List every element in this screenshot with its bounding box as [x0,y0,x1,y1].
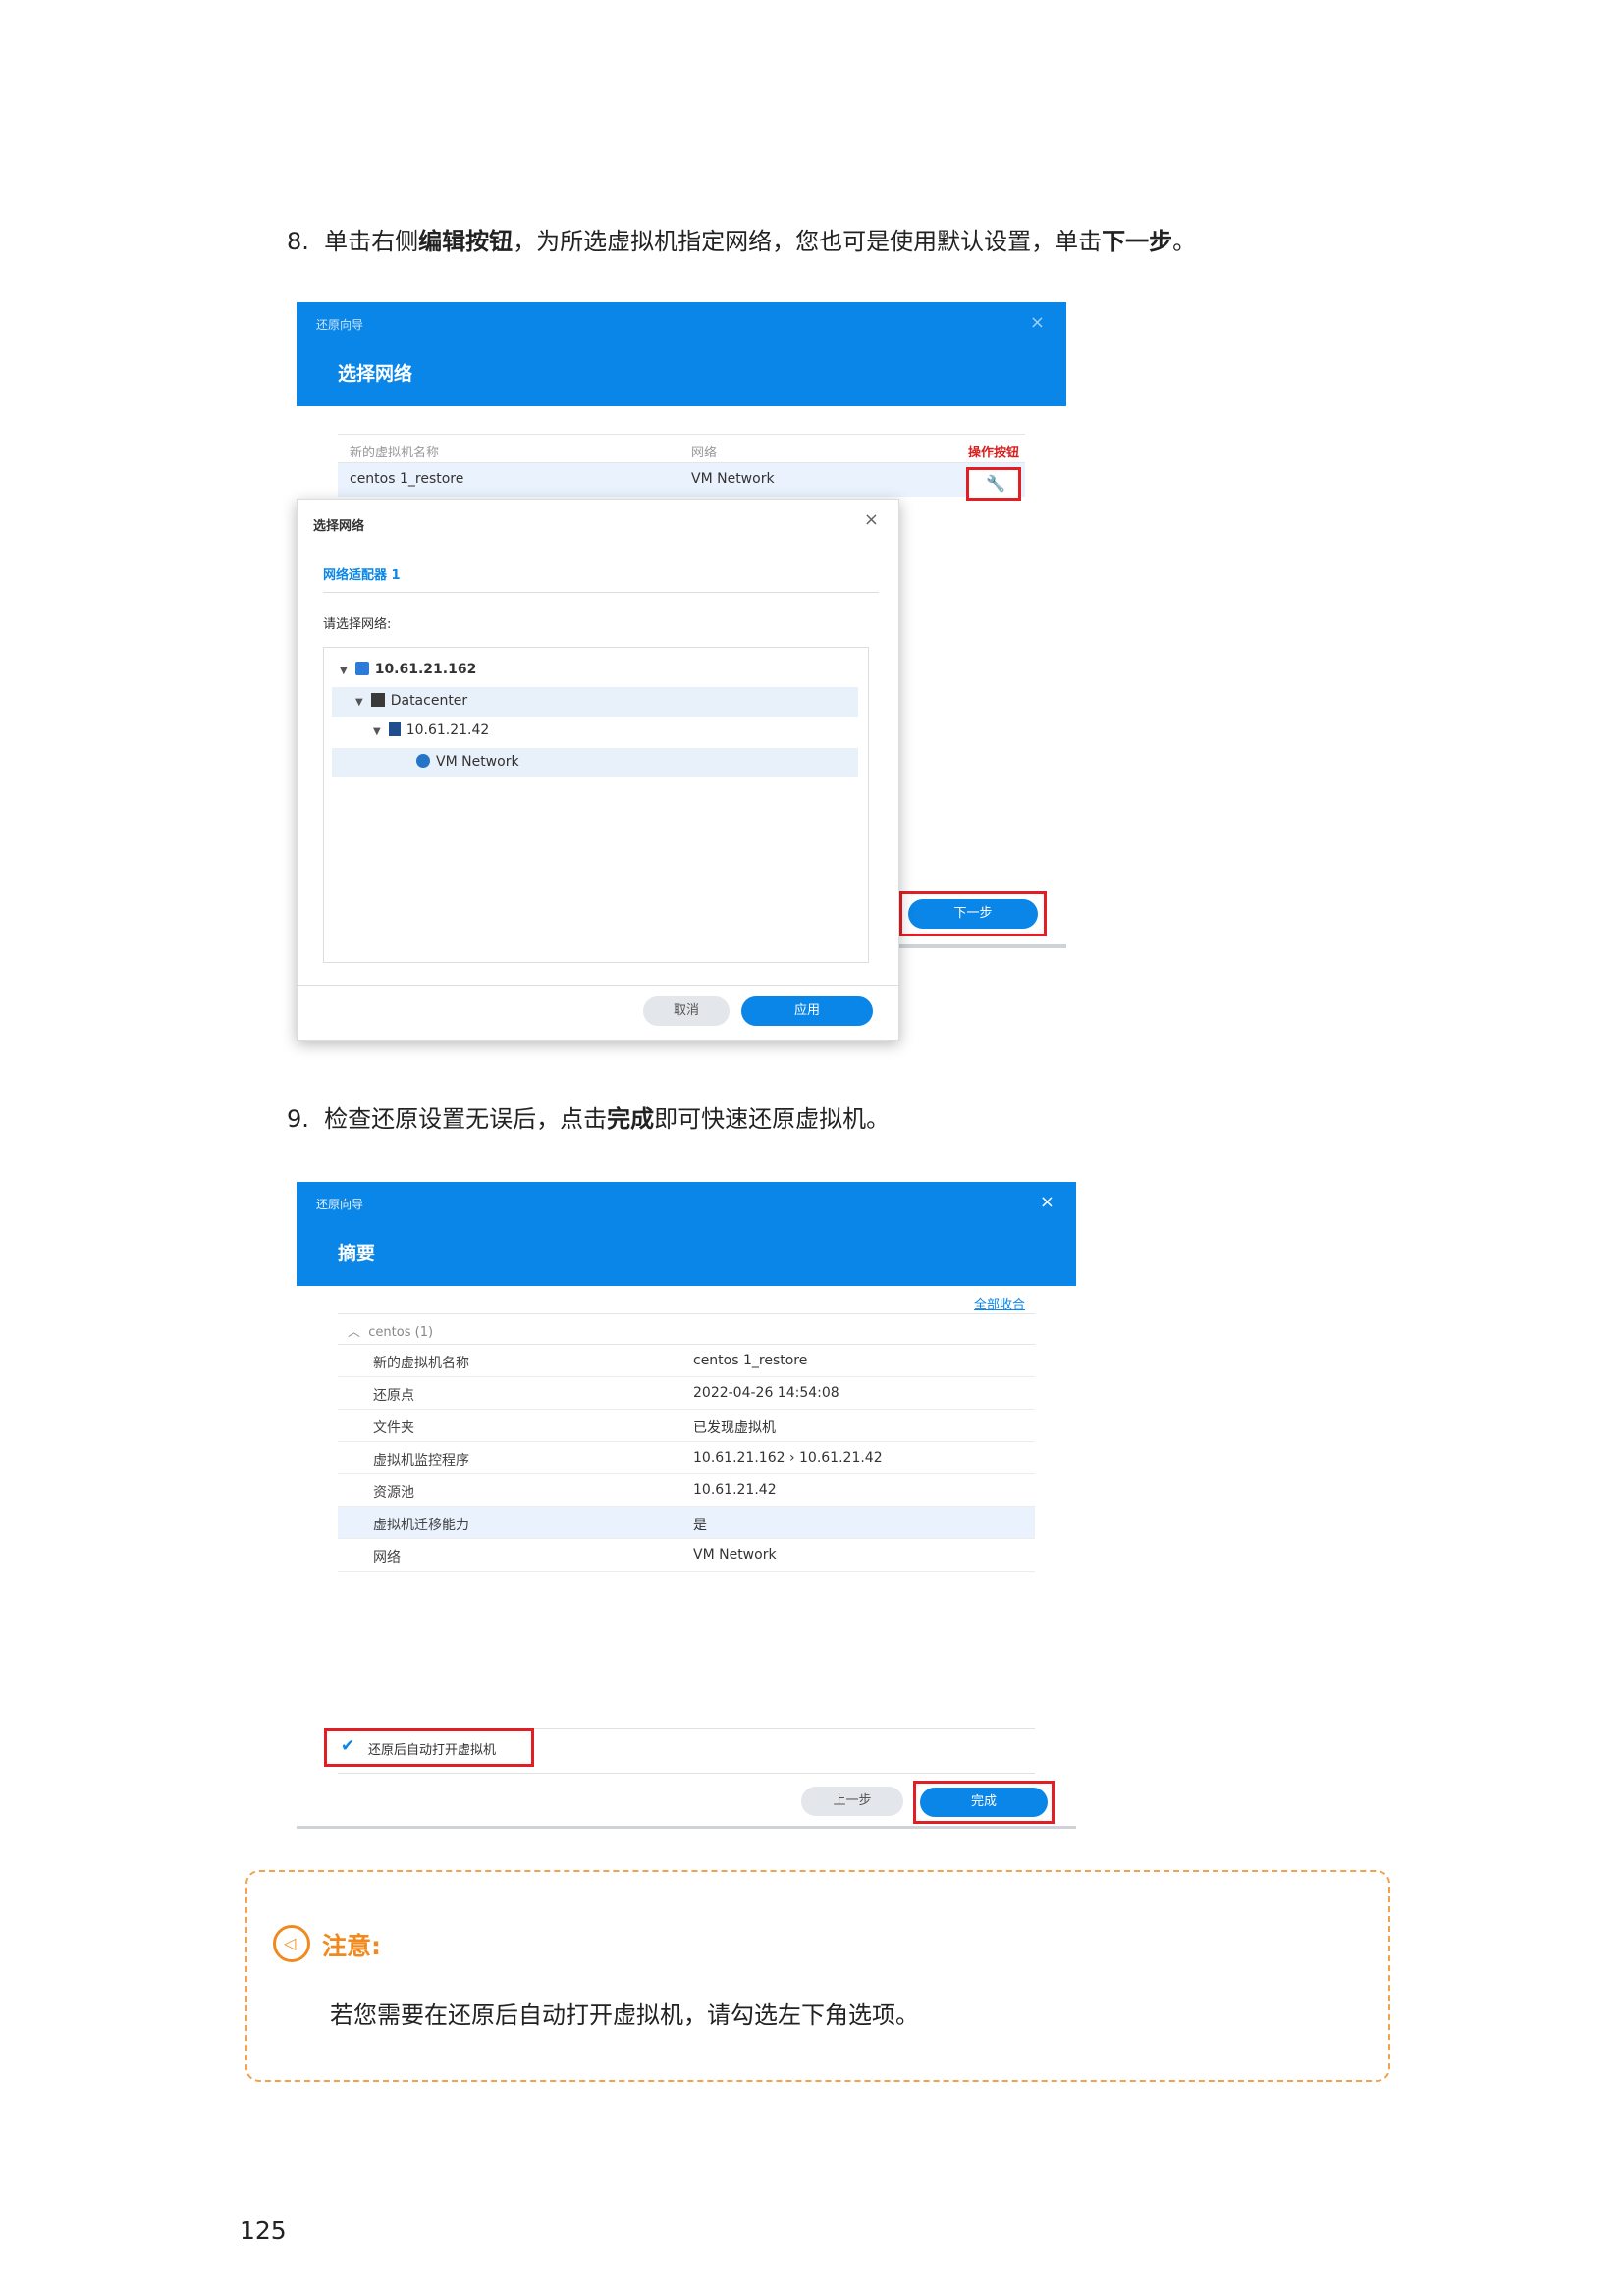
tree-item-host[interactable]: ▼ 10.61.21.162 [332,656,858,685]
collapse-all-link[interactable]: 全部收合 [974,1294,1025,1312]
summary-value: 2022-04-26 14:54:08 [693,1385,839,1401]
instruction-text: 即可快速还原虚拟机。 [654,1105,891,1133]
summary-row: 还原点 2022-04-26 14:54:08 [338,1377,1035,1410]
tree-item-label: Datacenter [390,693,468,709]
column-header-network: 网络 [691,446,718,460]
edit-button[interactable]: 🔧 [966,467,1021,501]
chevron-up-icon[interactable]: ︿ [348,1325,360,1340]
previous-button[interactable]: 上一步 [801,1787,903,1816]
summary-value: 已发现虚拟机 [693,1420,776,1436]
summary-key: 还原点 [373,1388,414,1404]
apply-button[interactable]: 应用 [741,996,873,1026]
group-label: centos (1) [368,1325,434,1340]
close-icon[interactable]: × [1030,312,1045,333]
summary-row: 虚拟机监控程序 10.61.21.162 › 10.61.21.42 [338,1442,1035,1474]
column-header-vm-name: 新的虚拟机名称 [350,446,440,460]
summary-key: 文件夹 [373,1420,414,1436]
cancel-button[interactable]: 取消 [643,996,730,1026]
instruction-bold: 编辑按钮 [418,228,514,255]
network-tree: ▼ 10.61.21.162 ▼ Datacenter ▼ 10.61.21.42 V… [323,647,869,963]
wizard-title: 还原向导 [316,1198,364,1211]
wizard-subtitle: 摘要 [338,1243,376,1264]
wizard-header: 还原向导 摘要 × [297,1182,1076,1286]
summary-key: 虚拟机迁移能力 [373,1518,469,1533]
network-icon [416,754,430,768]
network-prompt: 请选择网络: [323,617,392,632]
summary-value: centos 1_restore [693,1353,808,1368]
instruction-text: 单击右侧 [324,228,419,255]
table-header: 新的虚拟机名称 网络 操作按钮 [338,434,1025,463]
instruction-bold: 下一步 [1102,228,1173,255]
caret-down-icon[interactable]: ▼ [355,697,363,708]
dialog-footer-divider [298,985,898,986]
note-text: 若您需要在还原后自动打开虚拟机，请勾选左下角选项。 [330,2002,919,2029]
checkmark-icon[interactable]: ✔ [341,1736,354,1756]
summary-key: 新的虚拟机名称 [373,1356,469,1371]
wizard-header: 还原向导 选择网络 × [297,302,1066,406]
summary-row: 虚拟机迁移能力 是 [338,1507,1035,1539]
wizard-title: 还原向导 [316,318,364,332]
summary-key: 虚拟机监控程序 [373,1453,469,1468]
step-number: 8. [287,228,309,255]
instruction-text: ，为所选虚拟机指定网络，您也可是使用默认设置，单击 [513,228,1103,255]
vm-network-table: 新的虚拟机名称 网络 操作按钮 centos 1_restore VM Netw… [338,434,1025,497]
tree-item-server[interactable]: ▼ 10.61.21.42 [332,717,858,746]
step-number: 9. [287,1105,309,1133]
summary-value: 10.61.21.42 [693,1482,777,1498]
datacenter-icon [370,693,385,707]
summary-value: 10.61.21.162 › 10.61.21.42 [693,1450,883,1466]
vm-name-cell: centos 1_restore [350,471,464,487]
finish-button-highlight: 完成 [913,1781,1055,1824]
tree-item-label: VM Network [436,754,519,770]
summary-screenshot: 还原向导 摘要 × 全部收合 ︿ centos (1) 新的虚拟机名称 cento… [297,1182,1076,1830]
summary-value: VM Network [693,1547,777,1563]
summary-row: 新的虚拟机名称 centos 1_restore [338,1345,1035,1377]
tab-network-adapter-1[interactable]: 网络适配器 1 [323,564,401,583]
host-icon [354,662,369,675]
server-icon [388,722,401,736]
instruction-text: 检查还原设置无误后，点击 [324,1105,608,1133]
tree-item-label: 10.61.21.42 [406,722,490,738]
caret-down-icon[interactable]: ▼ [373,726,381,737]
megaphone-icon: ◁ [273,1925,310,1962]
instruction-bold: 完成 [607,1105,655,1133]
network-cell: VM Network [691,471,775,487]
tab-divider [323,592,879,593]
summary-key: 资源池 [373,1485,414,1501]
note-box: ◁ 注意: 若您需要在还原后自动打开虚拟机，请勾选左下角选项。 [245,1870,1390,2082]
finish-button[interactable]: 完成 [920,1788,1048,1817]
caret-down-icon[interactable]: ▼ [340,666,348,676]
tree-item-datacenter[interactable]: ▼ Datacenter [332,687,858,717]
summary-table: ︿ centos (1) 新的虚拟机名称 centos 1_restore 还原点… [338,1313,1035,1572]
next-button-highlight: 下一步 [899,891,1047,936]
footer-divider [899,944,1066,948]
dialog-title: 选择网络 [313,519,365,534]
tree-item-label: 10.61.21.162 [374,662,477,677]
step-8-instruction: 8. 单击右侧编辑按钮，为所选虚拟机指定网络，您也可是使用默认设置，单击下一步。 [287,226,1196,257]
close-icon[interactable]: × [864,509,879,530]
summary-row: 网络 VM Network [338,1539,1035,1572]
wizard-subtitle: 选择网络 [338,363,413,385]
wrench-icon: 🔧 [986,474,1005,493]
select-network-dialog: 选择网络 × 网络适配器 1 请选择网络: ▼ 10.61.21.162 ▼ Dat… [297,499,899,1041]
note-title: 注意: [322,1932,381,1960]
tree-item-vm-network[interactable]: VM Network [332,748,858,777]
summary-row: 资源池 10.61.21.42 [338,1474,1035,1507]
auto-power-on-highlight: ✔ 还原后自动打开虚拟机 [324,1728,534,1767]
window-bottom-edge [297,1826,1076,1829]
summary-value: 是 [693,1518,707,1533]
auto-power-on-checkbox-label[interactable]: 还原后自动打开虚拟机 [368,1739,496,1758]
next-button[interactable]: 下一步 [908,899,1038,929]
select-network-screenshot: 还原向导 选择网络 × 新的虚拟机名称 网络 操作按钮 centos 1_res… [297,302,1066,1041]
step-9-instruction: 9. 检查还原设置无误后，点击完成即可快速还原虚拟机。 [287,1103,890,1135]
summary-key: 网络 [373,1550,401,1566]
footer-divider [338,1773,1035,1774]
page-number: 125 [240,2216,287,2245]
table-row[interactable]: centos 1_restore VM Network [338,463,1025,497]
action-button-annotation: 操作按钮 [967,446,1019,460]
instruction-text: 。 [1172,228,1197,255]
summary-group-header[interactable]: ︿ centos (1) [338,1313,1035,1345]
close-icon[interactable]: × [1040,1192,1055,1212]
summary-row: 文件夹 已发现虚拟机 [338,1410,1035,1442]
